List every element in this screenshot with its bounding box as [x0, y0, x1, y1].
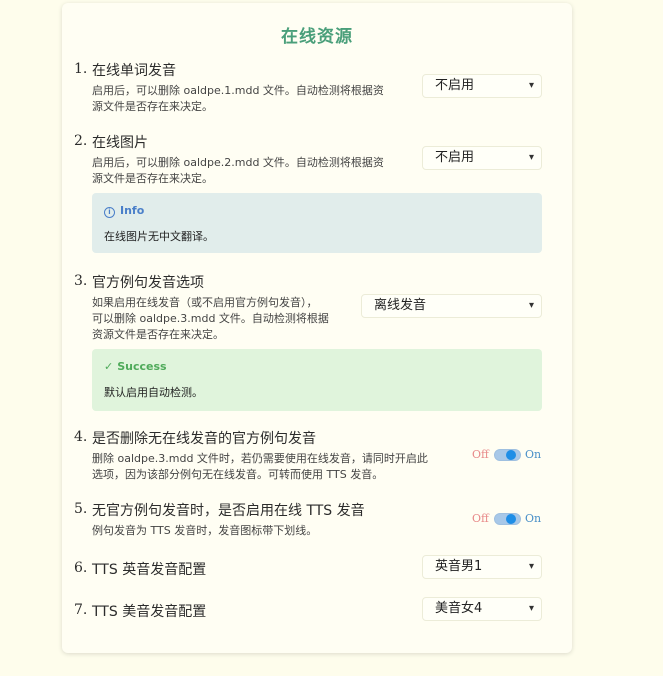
item-2-number: 2.: [74, 133, 88, 149]
settings-card: 在线资源 1. 在线单词发音 启用后，可以删除 oaldpe.1.mdd 文件。…: [62, 3, 572, 653]
item-4-desc-line2: 选项，因为该部分例句无在线发音。可转而使用 TTS 发音。: [92, 468, 384, 481]
item-4-label: 是否删除无在线发音的官方例句发音: [92, 431, 316, 447]
chevron-down-icon: ▾: [528, 561, 534, 572]
success-alert-body: 默认启用自动检测。: [104, 386, 203, 399]
select-value: 英音男1: [435, 559, 483, 574]
item-1-desc-line1: 启用后，可以删除 oaldpe.1.mdd 文件。自动检测将根据资: [92, 84, 384, 97]
tts-american-voice-select[interactable]: 美音女4 ▾: [422, 597, 542, 621]
item-5-desc-line1: 例句发音为 TTS 发音时，发音图标带下划线。: [92, 524, 318, 537]
info-alert: i Info 在线图片无中文翻译。: [92, 193, 542, 253]
item-2-desc-line2: 源文件是否存在来决定。: [92, 172, 213, 185]
check-icon: ✓: [104, 360, 114, 373]
item-7-number: 7.: [74, 602, 88, 618]
toggle-on-label: On: [525, 448, 542, 461]
success-alert-title: ✓ Success: [104, 360, 167, 373]
online-image-select[interactable]: 不启用 ▾: [422, 146, 542, 170]
select-value: 不启用: [435, 150, 475, 165]
chevron-down-icon: ▾: [528, 80, 534, 91]
item-5-label: 无官方例句发音时，是否启用在线 TTS 发音: [92, 503, 365, 519]
toggle-on-label: On: [525, 512, 542, 525]
toggle-off-label: Off: [472, 512, 489, 525]
toggle-track[interactable]: [494, 513, 521, 525]
item-1-number: 1.: [74, 61, 88, 77]
info-alert-title: i Info: [104, 204, 144, 218]
info-alert-body: 在线图片无中文翻译。: [104, 230, 214, 243]
item-1-label: 在线单词发音: [92, 63, 176, 79]
item-3-desc-line3: 资源文件是否存在来决定。: [92, 328, 224, 341]
item-6-label: TTS 英音发音配置: [92, 562, 207, 578]
select-value: 美音女4: [435, 601, 483, 616]
chevron-down-icon: ▾: [528, 300, 534, 311]
online-word-pronunciation-select[interactable]: 不启用 ▾: [422, 74, 542, 98]
chevron-down-icon: ▾: [528, 152, 534, 163]
item-3-label: 官方例句发音选项: [92, 275, 204, 291]
item-6-number: 6.: [74, 560, 88, 576]
select-value: 不启用: [435, 78, 475, 93]
success-alert: ✓ Success 默认启用自动检测。: [92, 349, 542, 411]
info-icon: i: [104, 207, 115, 218]
item-2-label: 在线图片: [92, 135, 148, 151]
chevron-down-icon: ▾: [528, 603, 534, 614]
tts-british-voice-select[interactable]: 英音男1 ▾: [422, 555, 542, 579]
item-3-desc-line1: 如果启用在线发音（或不启用官方例句发音），: [92, 296, 318, 309]
toggle-track[interactable]: [494, 449, 521, 461]
toggle-off-label: Off: [472, 448, 489, 461]
item-3-number: 3.: [74, 273, 88, 289]
item-7-label: TTS 美音发音配置: [92, 604, 207, 620]
item-4-number: 4.: [74, 429, 88, 445]
select-value: 离线发音: [374, 298, 427, 313]
item-2-desc-line1: 启用后，可以删除 oaldpe.2.mdd 文件。自动检测将根据资: [92, 156, 384, 169]
item-1-desc-line2: 源文件是否存在来决定。: [92, 100, 213, 113]
item-3-desc-line2: 可以删除 oaldpe.3.mdd 文件。自动检测将根据: [92, 312, 329, 325]
example-pronunciation-select[interactable]: 离线发音 ▾: [361, 294, 542, 318]
toggle-knob: [506, 514, 516, 524]
item-5-number: 5.: [74, 501, 88, 517]
toggle-knob: [506, 450, 516, 460]
section-title: 在线资源: [281, 27, 353, 47]
item-4-desc-line1: 删除 oaldpe.3.mdd 文件时，若仍需要使用在线发音，请同时开启此: [92, 452, 428, 465]
